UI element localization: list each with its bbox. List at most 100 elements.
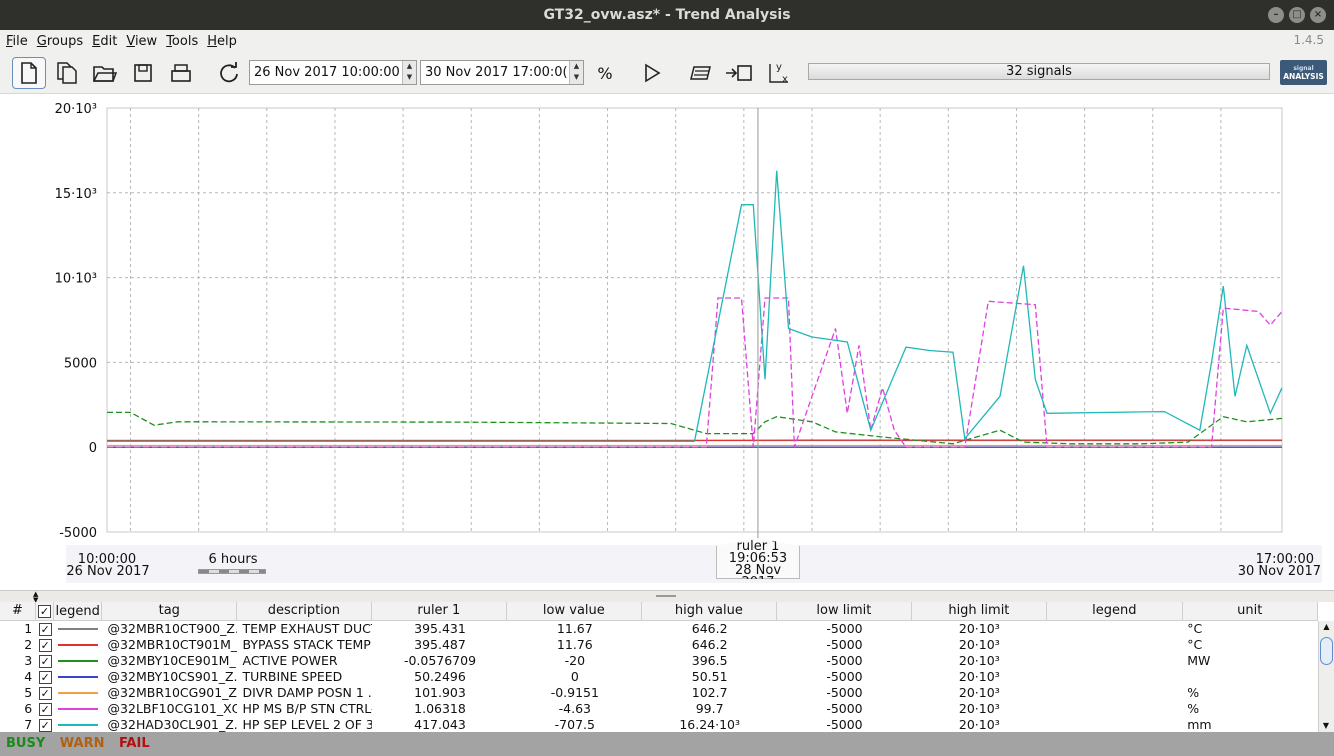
plot-frame <box>106 107 1283 533</box>
col-header-legend[interactable]: legend <box>54 602 103 620</box>
col-header-tag[interactable]: tag <box>102 602 238 620</box>
panel-splitter[interactable]: ▲ ▼ <box>0 590 1334 604</box>
row-legend-2 <box>1047 701 1182 717</box>
percent-button[interactable]: % <box>588 57 622 89</box>
col-header-high-value[interactable]: high value <box>642 602 778 620</box>
row-description: HP MS B/P STN CTRL-... <box>242 701 372 716</box>
row-tag: @32MBY10CS901_Z... <box>107 669 238 684</box>
window-controls: – □ × <box>1268 7 1326 23</box>
visibility-checkbox[interactable]: ✓ <box>38 654 52 668</box>
row-high-value: 102.7 <box>691 685 728 700</box>
ruler-label[interactable]: ruler 1 19:06:53 28 Nov 2017 <box>716 538 800 579</box>
table-row[interactable]: 4 ✓ @32MBY10CS901_Z... TURBINE SPEED 50.2496… <box>0 669 1318 685</box>
start-time-field[interactable]: 26 Nov 2017 10:00:00 ▲ ▼ <box>249 60 417 85</box>
row-legend-swatch <box>54 685 102 701</box>
row-tag: @32LBF10CG101_XQ... <box>107 701 238 716</box>
new-icon[interactable] <box>12 57 46 89</box>
window-titlebar: GT32_ovw.asz* - Trend Analysis – □ × <box>0 0 1334 30</box>
y-tick-label: 15·10³ <box>55 187 97 202</box>
menu-file[interactable]: File <box>6 34 28 49</box>
scroll-down-icon[interactable]: ▼ <box>1319 720 1333 732</box>
open-icon[interactable] <box>88 57 122 89</box>
table-row[interactable]: 1 ✓ @32MBR10CT900_Z... TEMP EXHAUST DUCT 395… <box>0 621 1318 637</box>
row-low-value: -707.5 <box>554 717 595 732</box>
minimize-icon[interactable]: – <box>1268 7 1284 23</box>
visibility-checkbox[interactable]: ✓ <box>38 638 52 652</box>
row-checkbox[interactable]: ✓ <box>36 717 54 732</box>
visibility-checkbox[interactable]: ✓ <box>38 718 52 732</box>
col-header-low-limit[interactable]: low limit <box>777 602 912 620</box>
row-low-limit: -5000 <box>826 717 863 732</box>
status-warn: WARN <box>59 736 105 751</box>
print-icon[interactable] <box>164 57 198 89</box>
row-unit: °C <box>1187 637 1203 652</box>
row-checkbox[interactable]: ✓ <box>36 621 54 637</box>
row-legend-2 <box>1047 685 1182 701</box>
table-row[interactable]: 6 ✓ @32LBF10CG101_XQ... HP MS B/P STN CTRL-… <box>0 701 1318 717</box>
select-all-checkbox[interactable]: ✓ <box>37 604 51 618</box>
row-index: 2 <box>24 637 33 652</box>
row-legend-swatch <box>54 717 102 732</box>
play-icon[interactable] <box>635 57 669 89</box>
refresh-icon[interactable] <box>212 57 246 89</box>
row-checkbox[interactable]: ✓ <box>36 685 54 701</box>
row-description: BYPASS STACK TEMP <box>242 637 371 652</box>
row-high-limit: 20·10³ <box>958 621 1000 636</box>
row-checkbox[interactable]: ✓ <box>36 701 54 717</box>
row-ruler-value: 50.2496 <box>414 669 466 684</box>
col-header-legend-2[interactable]: legend <box>1047 602 1183 620</box>
menu-tools[interactable]: Tools <box>166 34 198 49</box>
row-checkbox[interactable]: ✓ <box>36 653 54 669</box>
col-header-description[interactable]: description <box>237 602 372 620</box>
row-index: 7 <box>24 717 33 732</box>
row-unit: MW <box>1187 653 1211 668</box>
y-tick-label: 5000 <box>64 356 97 371</box>
row-high-limit: 20·10³ <box>958 717 1000 732</box>
end-time-field[interactable]: 30 Nov 2017 17:00:0( ▲ ▼ <box>420 60 584 85</box>
table-scrollbar[interactable]: ▲ ▼ <box>1318 621 1334 732</box>
table-row[interactable]: 3 ✓ @32MBY10CE901M_... ACTIVE POWER -0.05767… <box>0 653 1318 669</box>
col-header-unit[interactable]: unit <box>1183 602 1318 620</box>
xy-plot-icon[interactable]: yx <box>762 57 796 89</box>
row-checkbox[interactable]: ✓ <box>36 669 54 685</box>
menu-groups[interactable]: Groups <box>37 34 83 49</box>
layers-icon[interactable] <box>684 57 718 89</box>
col-header-high-limit[interactable]: high limit <box>912 602 1048 620</box>
visibility-checkbox[interactable]: ✓ <box>38 670 52 684</box>
row-tag: @32MBR10CT901M_... <box>107 637 238 652</box>
menu-edit[interactable]: Edit <box>92 34 117 49</box>
splitter-grip-icon[interactable] <box>656 595 676 597</box>
export-icon[interactable] <box>722 57 756 89</box>
visibility-checkbox[interactable]: ✓ <box>38 622 52 636</box>
maximize-icon[interactable]: □ <box>1289 7 1305 23</box>
scroll-thumb[interactable] <box>1320 637 1333 665</box>
row-index: 6 <box>24 701 33 716</box>
row-description: TURBINE SPEED <box>242 669 343 684</box>
col-header-index[interactable]: # <box>0 602 36 620</box>
scroll-up-icon[interactable]: ▲ <box>1319 621 1334 633</box>
col-header-ruler[interactable]: ruler 1 <box>372 602 508 620</box>
col-header-low-value[interactable]: low value <box>507 602 642 620</box>
visibility-checkbox[interactable]: ✓ <box>38 702 52 716</box>
y-tick-label: 20·10³ <box>55 102 97 117</box>
row-checkbox[interactable]: ✓ <box>36 637 54 653</box>
menu-view[interactable]: View <box>126 34 157 49</box>
y-tick-label: 10·10³ <box>55 272 97 287</box>
end-time-spinner[interactable]: ▲ ▼ <box>569 61 583 84</box>
table-row[interactable]: 5 ✓ @32MBR10CG901_Z... DIVR DAMP POSN 1 ...… <box>0 685 1318 701</box>
row-low-value: 11.76 <box>556 637 593 652</box>
table-row[interactable]: 2 ✓ @32MBR10CT901M_... BYPASS STACK TEMP 395… <box>0 637 1318 653</box>
copy-icon[interactable] <box>50 57 84 89</box>
save-icon[interactable] <box>126 57 160 89</box>
table-row[interactable]: 7 ✓ @32HAD30CL901_Z... HP SEP LEVEL 2 OF 3 4… <box>0 717 1318 732</box>
trend-chart[interactable]: 20·10³ 15·10³ 10·10³ 5000 0 -5000 <box>0 94 1334 544</box>
menu-help[interactable]: Help <box>207 34 237 49</box>
start-time-spinner[interactable]: ▲ ▼ <box>402 61 416 84</box>
signal-analysis-logo: signal ANALYSIS <box>1280 60 1327 85</box>
col-header-checkbox[interactable]: ✓ <box>36 602 54 620</box>
legend-line-icon <box>58 708 99 710</box>
visibility-checkbox[interactable]: ✓ <box>38 686 52 700</box>
row-ruler-value: 395.487 <box>414 637 466 652</box>
close-icon[interactable]: × <box>1310 7 1326 23</box>
y-tick-label: 0 <box>89 441 97 456</box>
